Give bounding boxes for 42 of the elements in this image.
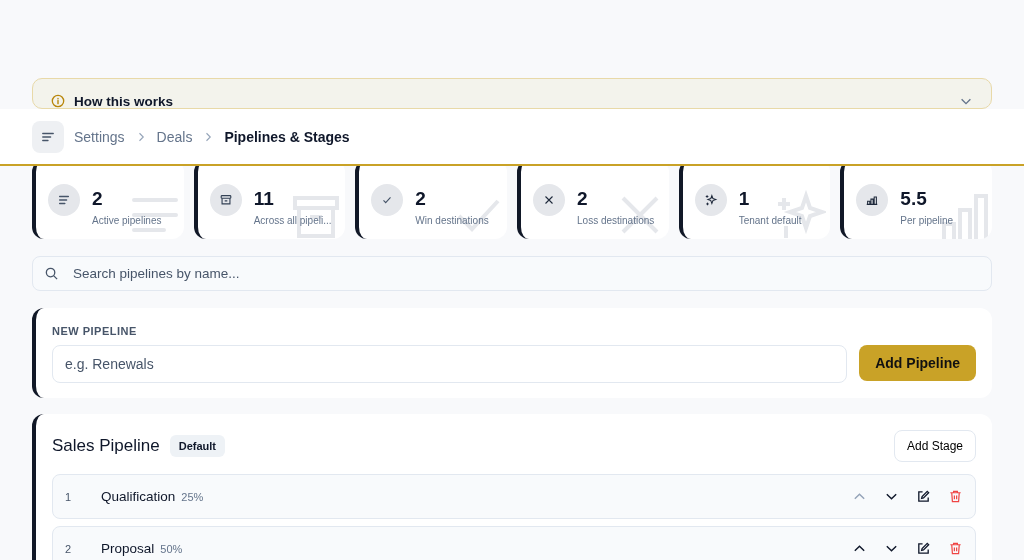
add-stage-button[interactable]: Add Stage: [893, 430, 976, 462]
stat-label: Win destinations: [415, 214, 489, 226]
add-pipeline-button[interactable]: Add Pipeline: [859, 345, 976, 381]
default-badge: Default: [169, 435, 226, 457]
stat-label: Tenant default: [738, 214, 802, 226]
stat-label: Across all pipeli...: [253, 214, 332, 226]
search-field[interactable]: Search pipelines by name...: [32, 256, 992, 291]
stat-value: 2: [577, 187, 589, 210]
stage-name: Proposal: [101, 541, 155, 556]
stage-name: Qualification: [101, 489, 176, 504]
breadcrumb-link[interactable]: Pipelines & Stages: [224, 128, 350, 145]
lines-icon: [48, 183, 80, 216]
stage-probability: 50%: [160, 542, 183, 555]
stat-value: 2: [415, 187, 427, 210]
stage-probability: 25%: [181, 490, 204, 503]
trash-icon[interactable]: [948, 541, 963, 556]
menu-button[interactable]: [32, 120, 64, 153]
chart-icon: [856, 183, 889, 216]
stage-number: 2: [65, 542, 73, 555]
sparkles-icon: [694, 183, 727, 216]
stat-label: Per pipeline: [900, 214, 954, 226]
info-title: How this works: [74, 94, 173, 109]
trash-icon[interactable]: [948, 489, 963, 504]
stat-label: Active pipelines: [92, 214, 162, 226]
breadcrumb-link[interactable]: Deals: [156, 128, 193, 145]
edit-icon[interactable]: [916, 541, 931, 556]
archive-icon: [209, 183, 242, 216]
stat-value: 5.5: [900, 187, 928, 210]
info-panel[interactable]: How this works: [32, 78, 992, 109]
check-icon: [371, 183, 404, 216]
breadcrumb-link[interactable]: Settings: [74, 128, 125, 145]
stat-value: 1: [738, 187, 751, 210]
cross-icon: [533, 183, 565, 216]
stat-value: 11: [253, 187, 275, 210]
info-icon: [51, 94, 65, 108]
pipeline-name-input[interactable]: e.g. Renewals: [52, 345, 848, 383]
field-label: NEW PIPELINE: [52, 325, 138, 337]
stage-number: 1: [65, 490, 73, 503]
stat-value: 2: [92, 187, 104, 210]
edit-icon[interactable]: [916, 489, 931, 504]
pipeline-title: Sales Pipeline: [52, 436, 160, 456]
stat-label: Loss destinations: [577, 214, 655, 226]
